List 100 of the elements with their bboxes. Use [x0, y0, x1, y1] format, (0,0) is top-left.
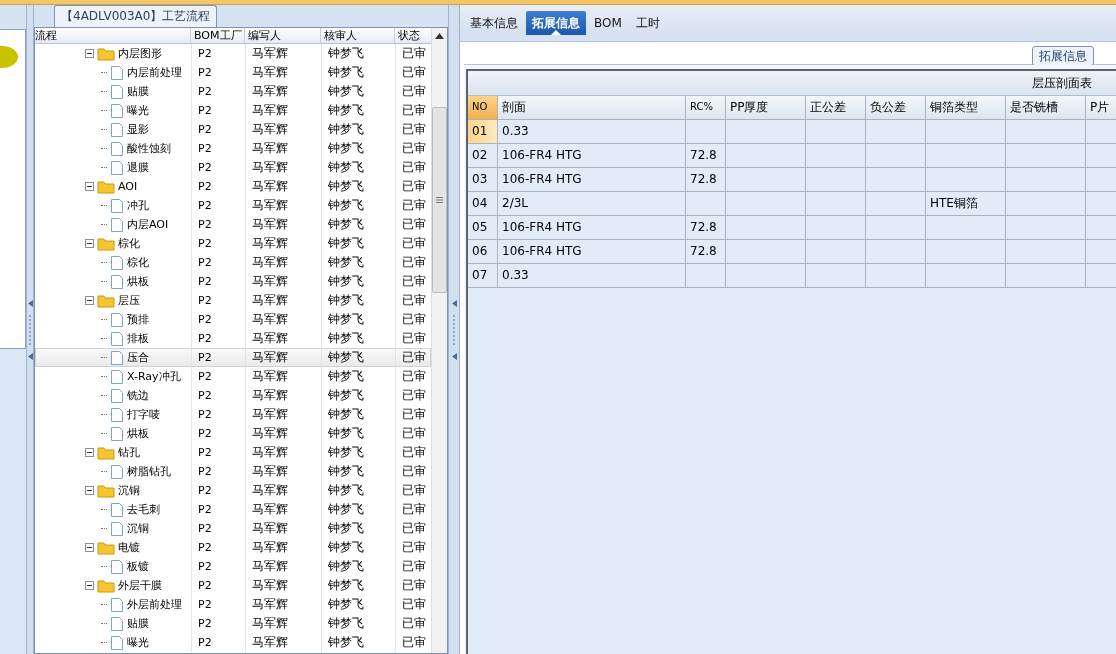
- document-icon: [110, 64, 124, 81]
- document-icon: [110, 83, 124, 100]
- collapse-icon[interactable]: [85, 543, 94, 552]
- document-icon: [110, 558, 124, 575]
- node-label: 棕化: [127, 255, 149, 270]
- folder-icon: [97, 236, 115, 251]
- scroll-up-icon[interactable]: [435, 33, 444, 39]
- column-header[interactable]: 核审人: [321, 28, 395, 43]
- column-header[interactable]: 剖面: [498, 96, 686, 119]
- column-header[interactable]: BOM工厂: [191, 28, 245, 43]
- node-label: 冲孔: [127, 198, 149, 213]
- arrow-icon[interactable]: [27, 299, 33, 307]
- node-label: 去毛刺: [127, 502, 160, 517]
- grip-icon[interactable]: [28, 314, 32, 345]
- collapse-icon[interactable]: [85, 448, 94, 457]
- collapse-icon[interactable]: [85, 182, 94, 191]
- node-label: 烘板: [127, 426, 149, 441]
- node-label: 压合: [127, 350, 149, 365]
- node-label: AOI: [118, 180, 138, 193]
- document-icon: [110, 254, 124, 271]
- folder-icon: [97, 540, 115, 555]
- grip-icon: [436, 197, 443, 203]
- node-label: 外层前处理: [127, 597, 182, 612]
- collapse-icon[interactable]: [85, 486, 94, 495]
- scroll-thumb[interactable]: [432, 107, 447, 293]
- document-icon: [110, 216, 124, 233]
- table-cell: 钟梦飞: [321, 633, 395, 652]
- column-header[interactable]: 流程: [35, 28, 191, 43]
- column-header[interactable]: 编写人: [245, 28, 321, 43]
- folder-icon: [97, 179, 115, 194]
- node-label: 曝光: [127, 635, 149, 650]
- tree-row[interactable]: 压合 P2 马军辉 钟梦飞 已审: [35, 348, 431, 367]
- document-icon: [110, 349, 124, 366]
- column-header[interactable]: PP厚度: [726, 96, 806, 119]
- table-title: 层压剖面表: [1032, 74, 1092, 92]
- node-label: 铣边: [127, 388, 149, 403]
- document-icon: [110, 520, 124, 537]
- tab[interactable]: 工时: [629, 11, 666, 35]
- grip-icon[interactable]: [452, 314, 456, 345]
- node-label: 层压: [118, 293, 140, 308]
- tab[interactable]: 拓展信息: [526, 11, 586, 35]
- document-icon: [110, 425, 124, 442]
- table-cell: P2: [191, 633, 245, 652]
- document-icon: [110, 159, 124, 176]
- folder-icon: [97, 578, 115, 593]
- column-header[interactable]: 正公差: [806, 96, 866, 119]
- node-label: 曝光: [127, 103, 149, 118]
- panel-title: 【4ADLV003A0】工艺流程: [54, 5, 218, 27]
- node-label: 烘板: [127, 274, 149, 289]
- collapse-icon[interactable]: [85, 296, 94, 305]
- node-label: 内层前处理: [127, 65, 182, 80]
- document-icon: [110, 406, 124, 423]
- column-header[interactable]: 铜箔类型: [926, 96, 1006, 119]
- node-label: 钻孔: [118, 445, 140, 460]
- column-header[interactable]: RC%: [686, 96, 726, 119]
- document-icon: [110, 634, 124, 651]
- node-label: 沉铜: [127, 521, 149, 536]
- node-label: 打字唛: [127, 407, 160, 422]
- node-label: 内层图形: [118, 46, 162, 61]
- node-label: 预排: [127, 312, 149, 327]
- node-label: 电镀: [118, 540, 140, 555]
- column-header[interactable]: 是否铣槽: [1006, 96, 1086, 119]
- document-icon: [110, 311, 124, 328]
- column-header[interactable]: NO: [468, 96, 498, 119]
- folder-icon: [97, 293, 115, 308]
- column-header[interactable]: P片: [1086, 96, 1116, 119]
- folder-icon: [97, 483, 115, 498]
- document-icon: [110, 615, 124, 632]
- node-label: 排板: [127, 331, 149, 346]
- arrow-icon[interactable]: [451, 352, 457, 360]
- node-label: 退膜: [127, 160, 149, 175]
- node-label: 显影: [127, 122, 149, 137]
- document-icon: [110, 330, 124, 347]
- node-label: 棕化: [118, 236, 140, 251]
- node-label: 贴膜: [127, 616, 149, 631]
- tab[interactable]: 基本信息: [464, 11, 524, 35]
- document-icon: [110, 273, 124, 290]
- node-label: 板镀: [127, 559, 149, 574]
- document-icon: [110, 387, 124, 404]
- collapse-icon[interactable]: [85, 49, 94, 58]
- node-label: X-Ray冲孔: [127, 369, 181, 384]
- folder-icon: [97, 445, 115, 460]
- document-icon: [110, 463, 124, 480]
- document-icon: [110, 368, 124, 385]
- group-title: 拓展信息: [1032, 46, 1094, 66]
- document-icon: [110, 197, 124, 214]
- arrow-icon[interactable]: [451, 299, 457, 307]
- node-label: 贴膜: [127, 84, 149, 99]
- row-number: 01: [468, 120, 498, 143]
- document-icon: [110, 121, 124, 138]
- scrollbar[interactable]: [431, 28, 447, 653]
- collapse-icon[interactable]: [85, 239, 94, 248]
- arrow-icon[interactable]: [27, 352, 33, 360]
- document-icon: [110, 140, 124, 157]
- folder-icon: [97, 46, 115, 61]
- node-label: 酸性蚀刻: [127, 141, 171, 156]
- collapse-icon[interactable]: [85, 581, 94, 590]
- column-header[interactable]: 负公差: [866, 96, 926, 119]
- document-icon: [110, 596, 124, 613]
- tab[interactable]: BOM: [588, 11, 628, 35]
